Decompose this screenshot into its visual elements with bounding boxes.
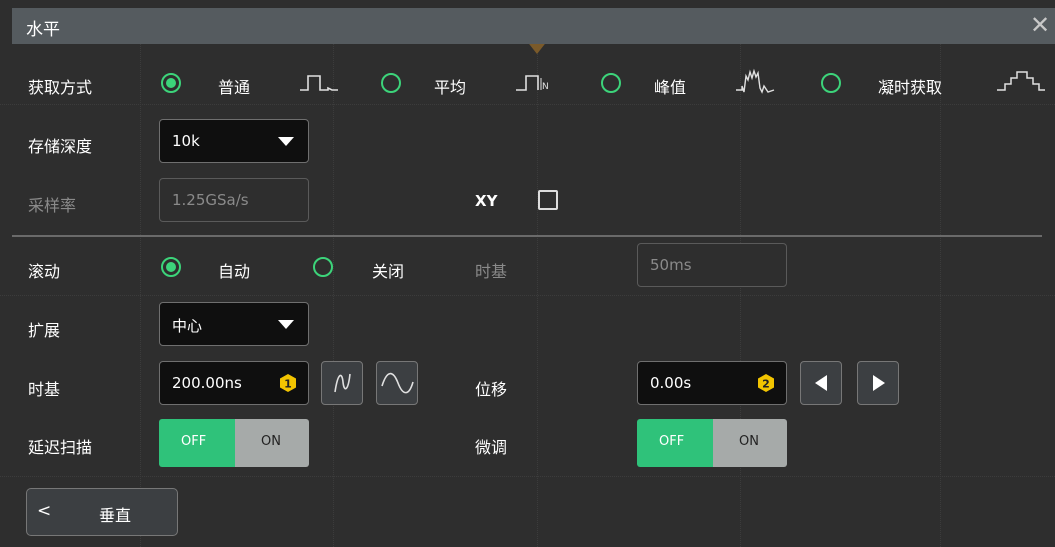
svg-text:N: N (542, 82, 549, 92)
acquisition-average-label: 平均 (434, 78, 467, 97)
knob-1-icon: 1 (280, 374, 296, 392)
acquisition-hires-radio[interactable] (821, 73, 841, 93)
roll-off-label: 关闭 (372, 262, 405, 281)
roll-auto-radio[interactable] (161, 257, 181, 277)
toggle-on-label: ON (261, 434, 281, 449)
offset-label: 位移 (475, 380, 508, 399)
grid-line (740, 44, 741, 547)
roll-off-radio[interactable] (313, 257, 333, 277)
triangle-left-icon (815, 375, 827, 391)
roll-label: 滚动 (28, 262, 61, 281)
chevron-down-icon (278, 320, 294, 329)
sine-wide-icon (381, 372, 414, 394)
svg-text:2: 2 (762, 378, 770, 391)
hires-wave-icon (997, 71, 1045, 91)
grid-line (0, 295, 1055, 296)
offset-input[interactable]: 0.00s 2 (637, 361, 787, 405)
section-divider (12, 235, 1042, 237)
toggle-on-segment[interactable]: ON (713, 419, 787, 467)
window-title: 水平 (26, 20, 60, 40)
vertical-nav-button[interactable]: < 垂直 (26, 488, 178, 536)
acquisition-hires-label: 凝时获取 (878, 78, 943, 97)
expand-value: 中心 (172, 317, 203, 335)
grid-line (0, 476, 1055, 477)
normal-wave-icon (300, 75, 338, 91)
fine-toggle[interactable]: OFF ON (637, 419, 787, 467)
sample-rate-label: 采样率 (28, 196, 77, 215)
grid-line (537, 44, 538, 547)
chevron-down-icon (278, 137, 294, 146)
offset-right-button[interactable] (857, 361, 899, 405)
memory-depth-value: 10k (172, 132, 200, 150)
horizontal-settings-panel: 水平 ✕ 获取方式 普通 平均 N 峰值 凝时获取 存储深度 10k 采样率 1… (0, 0, 1055, 547)
chevron-left-icon: < (37, 501, 52, 521)
toggle-off-segment[interactable]: OFF (159, 419, 235, 467)
grid-line (333, 44, 334, 547)
timebase-value: 200.00ns (172, 374, 242, 392)
title-bar: 水平 ✕ (12, 8, 1055, 44)
toggle-off-label: OFF (181, 434, 207, 449)
fine-label: 微调 (475, 438, 508, 457)
roll-timebase-label: 时基 (475, 262, 508, 281)
delay-scan-toggle[interactable]: OFF ON (159, 419, 309, 467)
svg-text:1: 1 (284, 378, 292, 391)
memory-depth-select[interactable]: 10k (159, 119, 309, 163)
timebase-label: 时基 (28, 380, 61, 399)
toggle-off-label: OFF (659, 434, 685, 449)
sample-rate-field: 1.25GSa/s (159, 178, 309, 222)
acquisition-peak-label: 峰值 (654, 78, 687, 97)
grid-line (940, 44, 941, 547)
xy-label: XY (475, 192, 498, 210)
timebase-input[interactable]: 200.00ns 1 (159, 361, 309, 405)
expand-label: 扩展 (28, 321, 61, 340)
acquisition-average-radio[interactable] (381, 73, 401, 93)
expand-select[interactable]: 中心 (159, 302, 309, 346)
knob-2-icon: 2 (758, 374, 774, 392)
toggle-off-segment[interactable]: OFF (637, 419, 713, 467)
average-wave-icon: N (516, 75, 549, 92)
roll-timebase-field: 50ms (637, 243, 787, 287)
acquisition-normal-radio[interactable] (161, 73, 181, 93)
grid-line (0, 104, 1055, 105)
toggle-on-label: ON (739, 434, 759, 449)
offset-value: 0.00s (650, 374, 692, 392)
acquisition-normal-label: 普通 (218, 78, 251, 97)
acquisition-peak-radio[interactable] (601, 73, 621, 93)
timebase-coarse-button[interactable] (321, 361, 363, 405)
roll-timebase-value: 50ms (650, 256, 692, 274)
acquisition-label: 获取方式 (28, 78, 93, 97)
memory-depth-label: 存储深度 (28, 137, 93, 156)
sine-small-icon (334, 373, 351, 393)
grid-line (140, 44, 141, 547)
xy-checkbox[interactable] (538, 190, 558, 210)
delay-scan-label: 延迟扫描 (28, 438, 93, 457)
sample-rate-value: 1.25GSa/s (172, 191, 249, 209)
toggle-on-segment[interactable]: ON (235, 419, 309, 467)
peak-wave-icon (736, 68, 775, 94)
roll-auto-label: 自动 (218, 262, 251, 281)
triangle-right-icon (873, 375, 885, 391)
vertical-nav-label: 垂直 (99, 506, 132, 525)
timebase-fine-button[interactable] (376, 361, 418, 405)
offset-left-button[interactable] (800, 361, 842, 405)
close-icon[interactable]: ✕ (1025, 10, 1055, 40)
